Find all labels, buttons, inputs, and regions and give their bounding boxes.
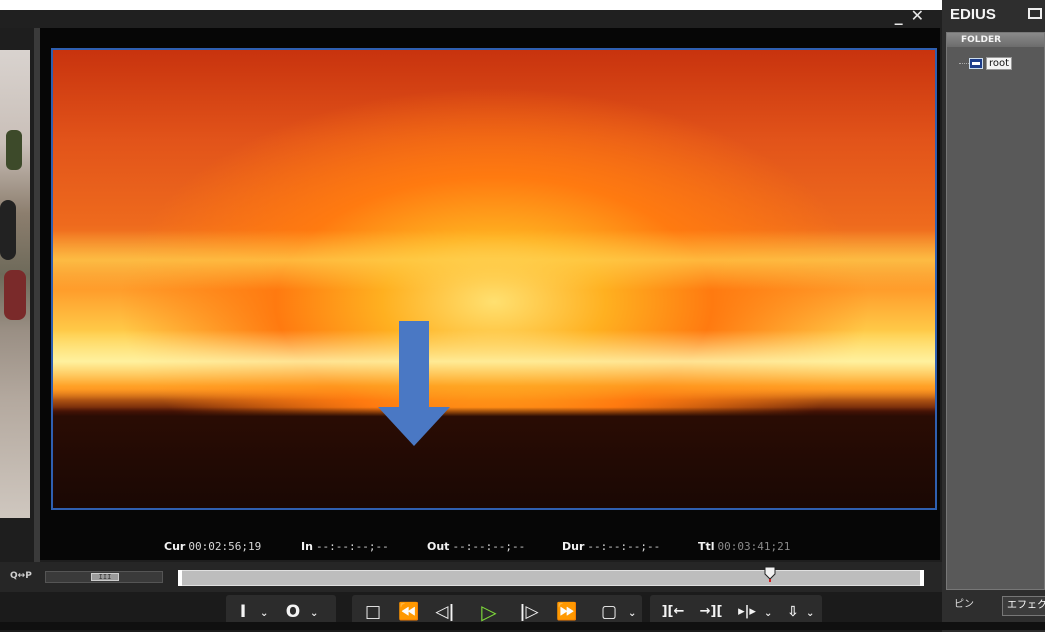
export-dropdown-icon[interactable]: ⌄ [806, 608, 816, 619]
bin-window: EDIUS FOLDER root ピン エフェクト [942, 0, 1045, 622]
minimize-icon[interactable]: _ [895, 6, 911, 25]
folder-icon [969, 57, 983, 69]
folder-header: FOLDER [947, 33, 1044, 47]
folder-tree-panel: FOLDER root [946, 32, 1045, 590]
cur-timecode: Cur 00:02:56;19 [164, 540, 262, 553]
position-bar[interactable] [178, 566, 924, 586]
timecode-bar: Cur 00:02:56;19 In --:--:--;-- Out --:--:--… [40, 538, 940, 556]
player-window: _✕ Cur 00:02:56;19 In --:--:--;-- Out --:--… [0, 6, 942, 632]
tab-effects[interactable]: エフェクト [1002, 596, 1045, 616]
close-icon[interactable]: ✕ [911, 6, 932, 25]
zoom-slider[interactable]: III [45, 571, 163, 583]
zoom-slider-thumb[interactable]: III [91, 573, 119, 581]
out-timecode: Out --:--:--;-- [427, 540, 526, 553]
loop-dropdown-icon[interactable]: ⌄ [628, 608, 638, 619]
zoom-label: Q↔P [10, 571, 32, 581]
tree-item-label: root [986, 56, 1013, 70]
top-strip [0, 0, 1045, 10]
scrub-row: Q↔P III [0, 562, 942, 592]
bin-tabs: ピン エフェクト [942, 594, 1045, 616]
window-buttons: _✕ [895, 6, 932, 25]
down-arrow-annotation [378, 321, 450, 446]
player-titlebar: _✕ [0, 6, 942, 28]
position-bar-start [178, 570, 182, 586]
tab-bin[interactable]: ピン [950, 596, 978, 614]
playhead-handle[interactable] [764, 566, 776, 582]
record-monitor: Cur 00:02:56;19 In --:--:--;-- Out --:--:--… [40, 28, 940, 560]
dur-timecode: Dur --:--:--;-- [562, 540, 661, 553]
ttl-timecode: Ttl 00:03:41;21 [698, 540, 791, 553]
in-timecode: In --:--:--;-- [301, 540, 389, 553]
bin-title: EDIUS [950, 6, 996, 23]
source-monitor-thumbnail [0, 50, 30, 518]
bottom-strip [0, 622, 1045, 630]
ripple-dropdown-icon[interactable]: ⌄ [764, 608, 774, 619]
position-bar-end [920, 570, 924, 586]
tree-item-root[interactable]: root [969, 55, 1013, 71]
set-out-dropdown-icon[interactable]: ⌄ [310, 608, 320, 619]
window-restore-icon[interactable] [1028, 8, 1042, 19]
video-preview[interactable] [51, 48, 937, 510]
set-in-dropdown-icon[interactable]: ⌄ [260, 608, 270, 619]
